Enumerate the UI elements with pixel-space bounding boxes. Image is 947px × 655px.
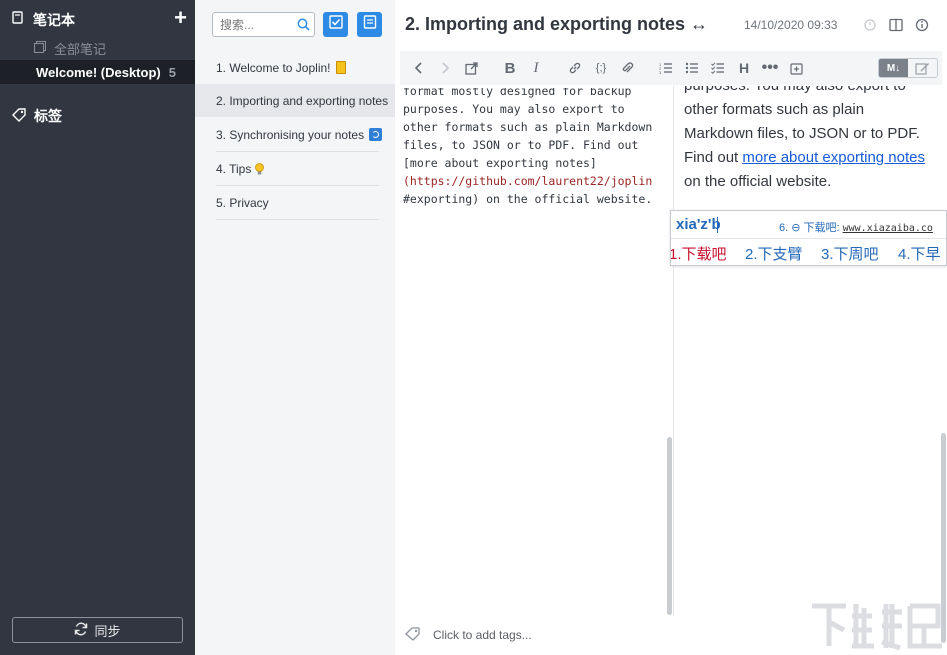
alarm-icon[interactable] <box>862 17 878 33</box>
editor-line: other formats such as plain Markdown <box>403 120 653 134</box>
editor-line: [more about exporting notes] <box>403 156 597 170</box>
new-todo-button[interactable] <box>323 12 348 37</box>
ime-hint-label: 6. ⊖ 下载吧: <box>779 222 843 234</box>
notebook-item-welcome[interactable]: Welcome! (Desktop) 5 <box>0 60 195 84</box>
watermark-logo <box>806 596 946 654</box>
sync-icon <box>74 622 88 639</box>
ime-hint-site: www.xiazaiba.co <box>842 223 933 234</box>
more-icon[interactable]: ••• <box>761 59 779 77</box>
tag-icon <box>12 107 26 125</box>
note-list: 搜索... 1. Welcome to Joplin! 2. Importing… <box>195 0 395 655</box>
editor-line-url: (https://github.com/laurent22/joplin <box>403 174 653 188</box>
checklist-icon[interactable] <box>709 59 727 77</box>
editor-line: purposes. You may also export to <box>403 102 625 116</box>
note-item-label: 5. Privacy <box>216 195 269 210</box>
ime-composition-row: xia'z'b 6. ⊖ 下载吧: www.xiazaiba.co <box>671 211 946 239</box>
ime-candidate-2[interactable]: 2.下支臂 <box>745 243 803 264</box>
all-notes-item[interactable]: 全部笔记 <box>34 38 106 58</box>
lightbulb-icon <box>255 162 265 175</box>
new-note-button[interactable] <box>357 12 382 37</box>
pane-divider <box>673 86 674 616</box>
layout-toggle-icon[interactable] <box>888 17 904 33</box>
markdown-editor[interactable]: format mostly designed for backup purpose… <box>403 88 665 618</box>
sync-label: 同步 <box>94 623 121 639</box>
viewer-line: other formats such as plain <box>684 101 865 118</box>
sync-emoji-icon <box>369 128 383 141</box>
bold-icon[interactable]: B <box>501 59 519 77</box>
forward-icon[interactable] <box>436 59 454 77</box>
tags-header[interactable]: 标签 <box>12 106 62 126</box>
tag-icon <box>405 626 421 644</box>
notebooks-header[interactable]: 笔记本 + <box>12 7 187 30</box>
note-editor: 2. Importing and exporting notes ↔ 14/10… <box>395 0 947 655</box>
sync-button[interactable]: 同步 <box>12 617 183 643</box>
ime-candidate-4[interactable]: 4.下早 <box>898 243 941 264</box>
note-list-item[interactable]: 4. Tips <box>195 152 395 185</box>
viewer-line: Markdown files, to JSON or to PDF. <box>684 125 920 142</box>
note-item-label: 4. Tips <box>216 161 252 176</box>
numbered-list-icon[interactable]: 123 <box>657 59 675 77</box>
link-icon[interactable] <box>566 59 584 77</box>
svg-text:3: 3 <box>659 70 662 75</box>
note-divider <box>216 219 379 220</box>
note-list-item[interactable]: 3. Synchronising your notes <box>195 118 395 151</box>
attachment-icon[interactable] <box>618 59 636 77</box>
note-list-item[interactable]: 5. Privacy <box>195 186 395 219</box>
bullet-list-icon[interactable] <box>683 59 701 77</box>
editor-mode-toggle[interactable]: M↓ <box>878 58 938 78</box>
editor-toolbar: B I {;} 123 H ••• M↓ <box>400 51 942 85</box>
note-item-label: 3. Synchronising your notes <box>216 127 365 142</box>
note-icon <box>363 15 377 34</box>
heading-icon[interactable]: H <box>735 59 753 77</box>
ime-composition-text: xia'z'b <box>676 216 721 233</box>
note-title[interactable]: 2. Importing and exporting notes ↔ <box>405 14 708 35</box>
rich-text-mode-button[interactable] <box>908 59 937 77</box>
external-edit-icon[interactable] <box>462 59 480 77</box>
info-icon[interactable] <box>914 17 930 33</box>
ime-caret <box>717 217 718 233</box>
markdown-viewer: purposes. You may also export to other f… <box>684 86 934 616</box>
all-notes-label: 全部笔记 <box>54 41 107 57</box>
viewer-line: Find out more about exporting notes <box>684 146 934 170</box>
checkbox-icon <box>328 15 343 34</box>
back-icon[interactable] <box>410 59 428 77</box>
notebooks-label: 笔记本 <box>33 12 75 28</box>
code-icon[interactable]: {;} <box>592 59 610 77</box>
notebook-name: Welcome! (Desktop) <box>36 64 161 80</box>
notebook-count: 5 <box>168 64 176 80</box>
markdown-mode-button[interactable]: M↓ <box>879 59 908 77</box>
note-item-label: 1. Welcome to Joplin! <box>216 60 331 75</box>
search-input[interactable]: 搜索... <box>212 12 315 37</box>
ime-candidate-3[interactable]: 3.下周吧 <box>821 243 879 264</box>
search-icon[interactable] <box>292 18 314 31</box>
editor-line: files, to JSON or to PDF. Find out <box>403 138 639 152</box>
exporting-notes-link[interactable]: more about exporting notes <box>742 149 925 166</box>
add-tags-button[interactable]: Click to add tags... <box>405 626 532 644</box>
note-item-label: 2. Importing and exporting notes <box>216 93 389 108</box>
ime-hint[interactable]: 6. ⊖ 下载吧: www.xiazaiba.co <box>779 219 933 235</box>
add-notebook-button[interactable]: + <box>174 7 187 29</box>
editor-line: #exporting) on the official website. <box>403 192 653 206</box>
search-placeholder: 搜索... <box>220 18 255 32</box>
viewer-line: on the official website. <box>684 173 832 190</box>
memo-icon <box>335 61 346 74</box>
notebook-icon <box>12 11 23 29</box>
add-tags-label: Click to add tags... <box>433 628 532 642</box>
viewer-line: purposes. You may also export to <box>684 86 934 98</box>
editor-scrollbar[interactable] <box>667 437 672 615</box>
insert-date-icon[interactable] <box>787 59 805 77</box>
viewer-text: Find out <box>684 149 743 166</box>
ime-candidate-window: xia'z'b 6. ⊖ 下载吧: www.xiazaiba.co 1.下载吧 … <box>670 210 947 266</box>
editor-line: format mostly designed for backup <box>403 88 632 98</box>
all-notes-icon <box>34 40 46 56</box>
sidebar: 笔记本 + 全部笔记 Welcome! (Desktop) 5 标签 同步 <box>0 0 195 655</box>
note-date[interactable]: 14/10/2020 09:33 <box>744 18 837 32</box>
note-list-item[interactable]: 1. Welcome to Joplin! <box>195 51 395 84</box>
note-list-item-selected[interactable]: 2. Importing and exporting notes <box>195 84 395 117</box>
tags-label: 标签 <box>34 108 62 124</box>
ime-candidate-1[interactable]: 1.下载吧 <box>671 243 727 264</box>
italic-icon[interactable]: I <box>527 59 545 77</box>
